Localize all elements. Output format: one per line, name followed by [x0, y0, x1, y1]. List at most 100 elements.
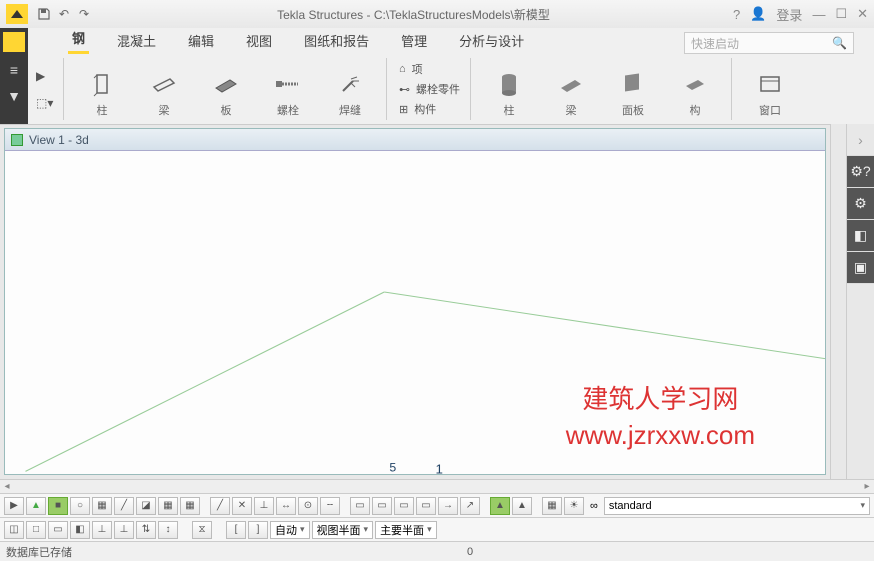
bt-cube[interactable]: ◪	[136, 497, 156, 515]
bt-perp[interactable]: ⊥	[254, 497, 274, 515]
bt-grid[interactable]: ▦	[92, 497, 112, 515]
bt-x[interactable]: ✕	[232, 497, 252, 515]
pointer-icon[interactable]: ▶	[36, 69, 61, 83]
app-menu-icon[interactable]	[3, 32, 25, 52]
shapes-icon[interactable]: ▣	[847, 252, 874, 284]
tab-analysis[interactable]: 分析与设计	[455, 27, 528, 54]
quick-launch-placeholder: 快速启动	[691, 35, 739, 52]
item-button[interactable]: ⌂项	[399, 61, 460, 77]
user-icon[interactable]: 👤	[750, 6, 766, 22]
undo-icon[interactable]: ↶	[54, 4, 74, 24]
tool-plate[interactable]: 板	[204, 60, 248, 118]
gear-icon[interactable]: ⚙	[847, 188, 874, 220]
bt-r4[interactable]: ▭	[416, 497, 436, 515]
window-title: Tekla Structures - C:\TeklaStructuresMod…	[94, 6, 733, 23]
quick-launch[interactable]: 快速启动 🔍	[684, 32, 854, 54]
gear-help-icon[interactable]: ⚙?	[847, 156, 874, 188]
window-icon	[754, 70, 786, 98]
tool-weld[interactable]: 焊缝	[328, 60, 372, 118]
tab-view[interactable]: 视图	[242, 27, 276, 54]
tool-panel[interactable]: 面板	[611, 60, 655, 118]
tool-beam[interactable]: 梁	[142, 60, 186, 118]
tool-column[interactable]: 柱	[80, 60, 124, 118]
b2-br2[interactable]: ]	[248, 521, 268, 539]
scrollbar-horizontal[interactable]: ◂▸	[0, 479, 874, 493]
close-icon[interactable]: ✕	[857, 6, 868, 22]
bt-sun[interactable]: ☀	[564, 497, 584, 515]
ribbon: ≡ ▼ 钢 混凝土 编辑 视图 图纸和报告 管理 分析与设计 快速启动 🔍 ▶ …	[0, 28, 874, 125]
bottom-bars: ◂▸ ▶ ▲ ■ ○ ▦ ╱ ◪ ▦ ▦ ╱ ✕ ⊥ ↔ ⊙ ╌ ▭ ▭ ▭ ▭…	[0, 479, 874, 561]
scrollbar-vertical[interactable]	[830, 124, 846, 479]
select-icon[interactable]: ⬚▾	[36, 96, 61, 110]
bt-gridx[interactable]: ▦	[180, 497, 200, 515]
b2-8[interactable]: ↕	[158, 521, 178, 539]
redo-icon[interactable]: ↷	[74, 4, 94, 24]
panel-icon	[617, 70, 649, 98]
bt-dash[interactable]: ╌	[320, 497, 340, 515]
status-bar: 数据库已存储 0	[0, 541, 874, 561]
bt-square[interactable]: ■	[48, 497, 68, 515]
login-button[interactable]: 登录	[776, 5, 802, 24]
bt-grid2[interactable]: ▦	[158, 497, 178, 515]
viewport[interactable]: View 1 - 3d 5 1 建筑人学习网 www.jzrxxw.com	[4, 128, 826, 475]
bt-target[interactable]: ▦	[542, 497, 562, 515]
combo-mainhalf[interactable]: 主要半面▾	[375, 521, 437, 539]
tool-conc-x[interactable]: 构	[673, 60, 717, 118]
beam-icon	[148, 70, 180, 98]
b2-6[interactable]: ⊥	[114, 521, 134, 539]
tool-conc-beam[interactable]: 梁	[549, 60, 593, 118]
boltpart-icon: ⊷	[399, 83, 410, 96]
bt-arrow[interactable]: ▶	[4, 497, 24, 515]
save-icon[interactable]	[34, 4, 54, 24]
b2-7[interactable]: ⇅	[136, 521, 156, 539]
tool-conc-column[interactable]: 柱	[487, 60, 531, 118]
view-header[interactable]: View 1 - 3d	[5, 129, 825, 151]
bt-r3[interactable]: ▭	[394, 497, 414, 515]
bt-r1[interactable]: ▭	[350, 497, 370, 515]
view-status-icon	[11, 134, 23, 146]
bt-dot[interactable]: ⊙	[298, 497, 318, 515]
slab-icon	[679, 70, 711, 98]
bottom-toolbar-1: ▶ ▲ ■ ○ ▦ ╱ ◪ ▦ ▦ ╱ ✕ ⊥ ↔ ⊙ ╌ ▭ ▭ ▭ ▭ → …	[0, 493, 874, 517]
title-bar: ↶ ↷ Tekla Structures - C:\TeklaStructure…	[0, 0, 874, 28]
member-button[interactable]: ⊞构件	[399, 101, 460, 117]
b2-hg[interactable]: ⧖	[192, 521, 212, 539]
bt-person2[interactable]: ▲	[512, 497, 532, 515]
bt-dim[interactable]: ↔	[276, 497, 296, 515]
bt-line[interactable]: ╱	[210, 497, 230, 515]
tab-edit[interactable]: 编辑	[184, 27, 218, 54]
boltpart-button[interactable]: ⊷螺栓零件	[399, 81, 460, 97]
tab-concrete[interactable]: 混凝土	[113, 27, 160, 54]
view-canvas[interactable]: 5 1 建筑人学习网 www.jzrxxw.com	[5, 151, 825, 474]
maximize-icon[interactable]: ☐	[835, 6, 847, 22]
tab-drawings[interactable]: 图纸和报告	[300, 27, 373, 54]
b2-2[interactable]: □	[26, 521, 46, 539]
tool-window[interactable]: 窗口	[748, 60, 792, 118]
bt-arr2[interactable]: ↗	[460, 497, 480, 515]
tab-manage[interactable]: 管理	[397, 27, 431, 54]
tool-bolt[interactable]: 螺栓	[266, 60, 310, 118]
bt-tri-green[interactable]: ▲	[26, 497, 46, 515]
minimize-icon[interactable]: —	[812, 7, 825, 22]
bt-person[interactable]: ▲	[490, 497, 510, 515]
bt-circle[interactable]: ○	[70, 497, 90, 515]
b2-4[interactable]: ◧	[70, 521, 90, 539]
panel-expand-icon[interactable]: ›	[847, 124, 874, 156]
b2-1[interactable]: ◫	[4, 521, 24, 539]
bt-diag[interactable]: ╱	[114, 497, 134, 515]
bt-arr[interactable]: →	[438, 497, 458, 515]
b2-5[interactable]: ⊥	[92, 521, 112, 539]
chevron-down-icon[interactable]: ▼	[7, 88, 21, 104]
item-icon: ⌂	[399, 63, 406, 75]
cube-icon[interactable]: ◧	[847, 220, 874, 252]
combo-viewhalf[interactable]: 视图半面▾	[312, 521, 374, 539]
combo-auto[interactable]: 自动▾	[270, 521, 310, 539]
tab-steel[interactable]: 钢	[68, 24, 89, 54]
help-icon[interactable]: ?	[733, 7, 740, 22]
bt-r2[interactable]: ▭	[372, 497, 392, 515]
b2-br1[interactable]: [	[226, 521, 246, 539]
hamburger-icon[interactable]: ≡	[10, 62, 18, 78]
conc-column-icon	[493, 70, 525, 98]
combo-standard[interactable]: standard▾	[604, 497, 870, 515]
b2-3[interactable]: ▭	[48, 521, 68, 539]
